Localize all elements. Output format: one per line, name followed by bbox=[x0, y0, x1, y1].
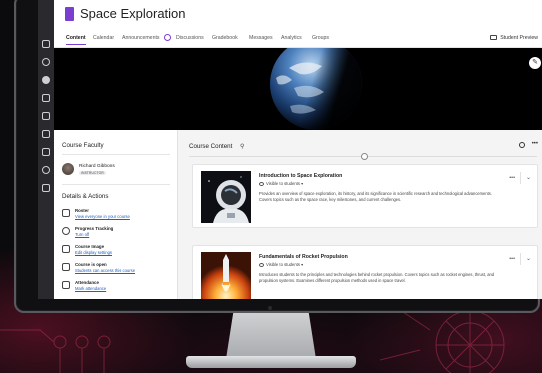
detail-link[interactable]: Turn off bbox=[75, 232, 89, 237]
pin-icon[interactable]: ⚲ bbox=[240, 143, 244, 150]
details-divider bbox=[62, 184, 170, 185]
tab-calendar[interactable]: Calendar bbox=[93, 35, 114, 41]
faculty-divider bbox=[62, 154, 170, 155]
tab-discussions[interactable]: Discussions bbox=[176, 35, 204, 41]
student-preview-button[interactable]: Student Preview bbox=[490, 35, 538, 41]
institution-icon[interactable] bbox=[42, 40, 50, 48]
avatar[interactable] bbox=[62, 163, 74, 175]
course-color-badge bbox=[65, 7, 74, 21]
attendance-icon bbox=[62, 281, 70, 289]
detail-item-attendance: Attendance Mark attendance bbox=[62, 280, 174, 296]
monitor-stand-neck bbox=[226, 313, 316, 359]
card-title[interactable]: Fundamentals of Rocket Propulsion bbox=[259, 254, 348, 260]
grades-icon[interactable] bbox=[42, 148, 50, 156]
detail-item-roster: Roster View everyone in your course bbox=[62, 208, 174, 224]
detail-title: Course Image bbox=[75, 244, 105, 249]
astronaut-image bbox=[201, 171, 251, 223]
card-description: Introduces students to the principles an… bbox=[259, 272, 495, 283]
content-card[interactable]: Fundamentals of Rocket Propulsion Visibl… bbox=[192, 245, 538, 299]
visibility-dropdown[interactable]: Visible to students ▾ bbox=[259, 181, 303, 186]
tab-gradebook[interactable]: Gradebook bbox=[212, 35, 238, 41]
visibility-label: Visible to students bbox=[266, 181, 300, 186]
course-content-area: Course Content ⚲ ••• Introduction to Spa… bbox=[178, 130, 542, 299]
ai-assist-icon[interactable] bbox=[164, 34, 171, 41]
app-rail bbox=[38, 0, 54, 299]
card-more-icon[interactable]: ••• bbox=[509, 256, 515, 262]
details-panel: Course Faculty Richard Gibbons INSTRUCTO… bbox=[54, 130, 178, 299]
card-separator bbox=[520, 172, 521, 184]
edit-banner-button[interactable]: ✎ bbox=[529, 57, 541, 69]
detail-link[interactable]: Mark attendance bbox=[75, 286, 106, 291]
visibility-dropdown[interactable]: Visible to students ▾ bbox=[259, 262, 303, 267]
course-tabs: Content Calendar Announcements Discussio… bbox=[54, 32, 542, 48]
course-banner-image: ✎ bbox=[54, 48, 542, 130]
detail-title: Roster bbox=[75, 208, 89, 213]
content-card[interactable]: Introduction to Space Exploration Visibl… bbox=[192, 164, 538, 228]
astronaut-thumbnail bbox=[201, 171, 251, 223]
monitor-stand-base bbox=[186, 356, 356, 368]
progress-icon bbox=[62, 227, 70, 235]
more-options-icon[interactable]: ••• bbox=[532, 141, 538, 147]
visibility-label: Visible to students bbox=[266, 262, 300, 267]
course-header: Space Exploration bbox=[54, 0, 542, 32]
detail-title: Progress Tracking bbox=[75, 226, 114, 231]
tab-announcements[interactable]: Announcements bbox=[122, 35, 160, 41]
detail-item-course-open: Course is open Students can access this … bbox=[62, 262, 174, 278]
rocket-thumbnail bbox=[201, 252, 251, 299]
courses-icon[interactable] bbox=[42, 94, 50, 102]
monitor-logo bbox=[268, 306, 272, 310]
detail-link[interactable]: Students can access this course bbox=[75, 268, 135, 273]
student-preview-icon bbox=[490, 35, 498, 40]
messages-icon[interactable] bbox=[42, 130, 50, 138]
detail-link[interactable]: Edit display settings bbox=[75, 250, 112, 255]
faculty-heading: Course Faculty bbox=[62, 142, 104, 149]
course-title: Space Exploration bbox=[80, 6, 186, 21]
tab-messages[interactable]: Messages bbox=[249, 35, 273, 41]
eye-icon bbox=[259, 262, 264, 267]
eye-icon bbox=[259, 181, 264, 186]
profile-icon[interactable] bbox=[42, 58, 50, 66]
course-body: Course Faculty Richard Gibbons INSTRUCTO… bbox=[54, 130, 542, 299]
student-preview-label: Student Preview bbox=[500, 35, 538, 41]
detail-title: Course is open bbox=[75, 262, 107, 267]
activity-icon[interactable] bbox=[42, 76, 50, 84]
add-content-button[interactable] bbox=[361, 153, 368, 160]
image-icon bbox=[62, 245, 70, 253]
lock-icon bbox=[62, 263, 70, 271]
faculty-role-badge: INSTRUCTOR bbox=[79, 171, 106, 175]
course-content-heading: Course Content bbox=[189, 143, 233, 150]
detail-title: Attendance bbox=[75, 280, 99, 285]
signout-icon[interactable] bbox=[42, 184, 50, 192]
chevron-down-icon[interactable]: ⌄ bbox=[526, 174, 531, 181]
earth-image bbox=[270, 48, 362, 130]
details-heading: Details & Actions bbox=[62, 193, 109, 200]
card-more-icon[interactable]: ••• bbox=[509, 175, 515, 181]
search-icon[interactable] bbox=[519, 142, 525, 148]
card-separator bbox=[520, 253, 521, 265]
calendar-icon[interactable] bbox=[42, 112, 50, 120]
monitor-frame: Space Exploration Content Calendar Annou… bbox=[14, 0, 542, 313]
roster-icon bbox=[62, 209, 70, 217]
tools-icon[interactable] bbox=[42, 166, 50, 174]
rocket-image bbox=[201, 252, 251, 299]
detail-item-progress: Progress Tracking Turn off bbox=[62, 226, 174, 242]
card-title[interactable]: Introduction to Space Exploration bbox=[259, 173, 342, 179]
card-description: Provides an overview of space exploratio… bbox=[259, 191, 492, 202]
detail-item-course-image: Course Image Edit display settings bbox=[62, 244, 174, 260]
pencil-icon: ✎ bbox=[532, 59, 538, 66]
lms-screen: Space Exploration Content Calendar Annou… bbox=[38, 0, 542, 299]
tab-analytics[interactable]: Analytics bbox=[281, 35, 302, 41]
detail-link[interactable]: View everyone in your course bbox=[75, 214, 130, 219]
faculty-name[interactable]: Richard Gibbons bbox=[79, 164, 115, 169]
tab-content[interactable]: Content bbox=[66, 35, 86, 45]
tab-groups[interactable]: Groups bbox=[312, 35, 329, 41]
chevron-down-icon[interactable]: ⌄ bbox=[526, 255, 531, 262]
